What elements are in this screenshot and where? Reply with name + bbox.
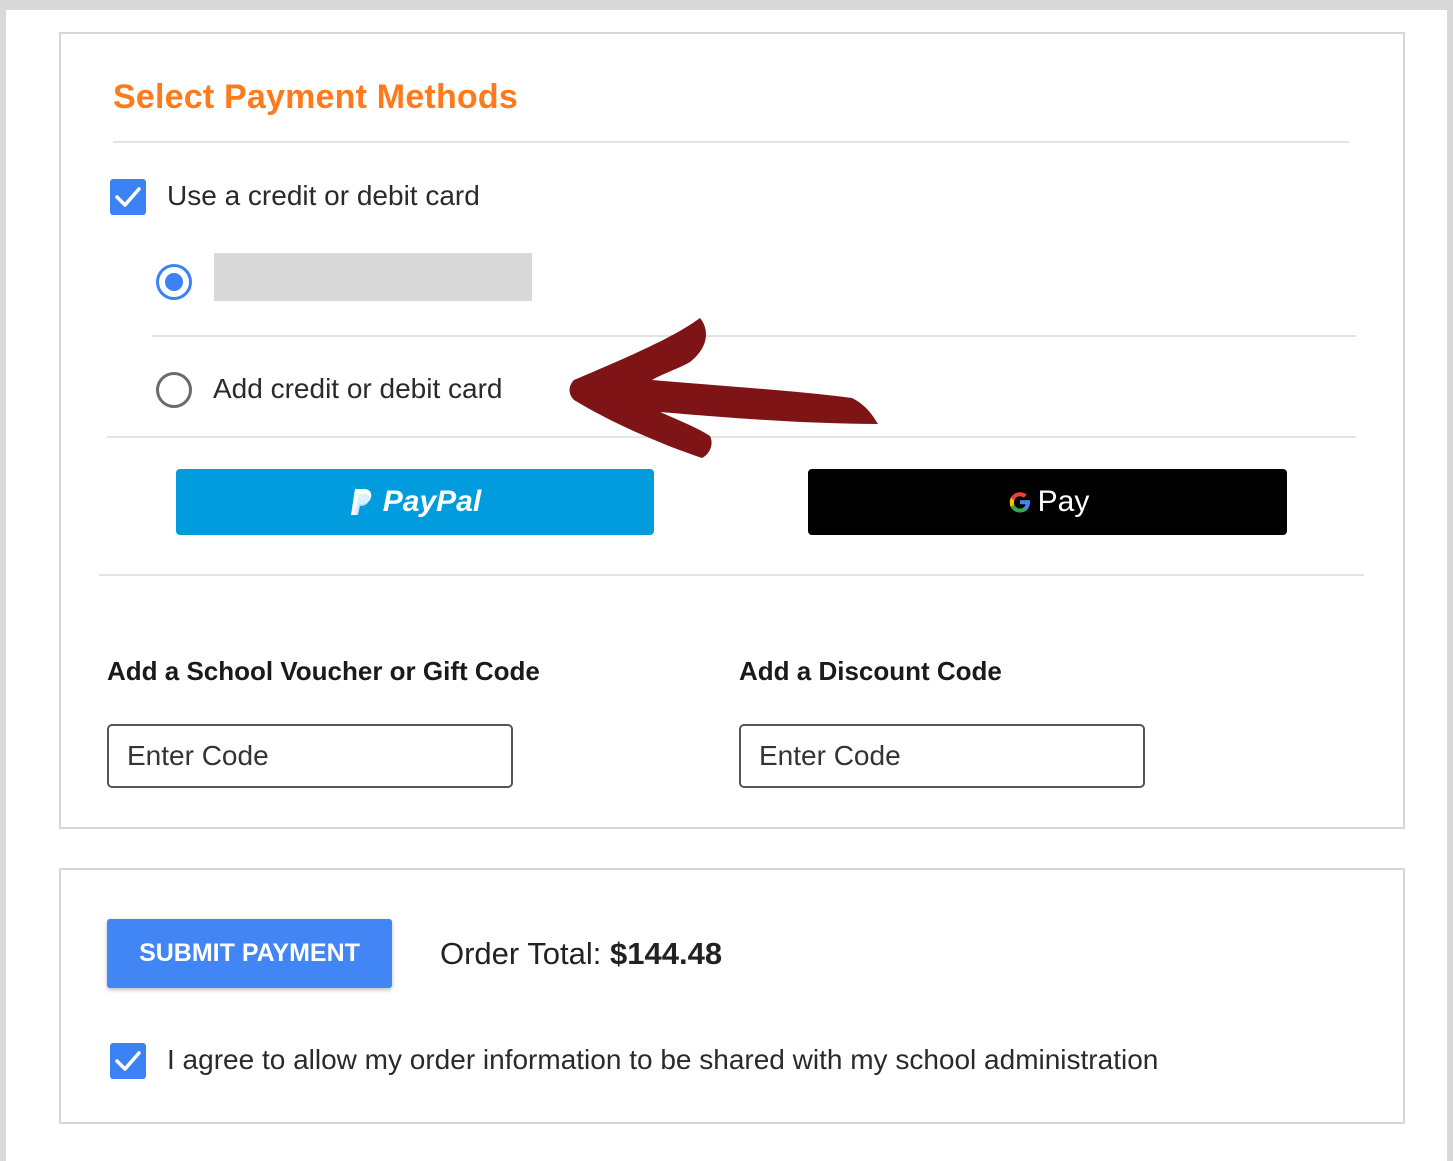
window-frame-top — [0, 0, 1453, 10]
add-card-radio[interactable] — [156, 372, 192, 408]
title-divider — [113, 141, 1349, 143]
use-card-checkbox[interactable] — [110, 179, 146, 215]
saved-card-radio[interactable] — [156, 264, 192, 300]
google-pay-label: Pay — [1037, 485, 1090, 518]
agree-label: I agree to allow my order information to… — [167, 1044, 1159, 1075]
add-card-label[interactable]: Add credit or debit card — [213, 373, 503, 405]
use-card-label: Use a credit or debit card — [167, 180, 480, 211]
window-frame-right — [1447, 0, 1453, 1161]
google-pay-button[interactable]: Pay — [808, 469, 1287, 535]
order-total-label: Order Total: — [440, 936, 602, 971]
discount-code-input[interactable] — [739, 724, 1145, 788]
voucher-code-input[interactable] — [107, 724, 513, 788]
order-total: Order Total: $144.48 — [440, 936, 722, 972]
checkmark-icon — [115, 1051, 141, 1071]
submit-card — [59, 868, 1405, 1124]
discount-label: Add a Discount Code — [739, 656, 1002, 686]
order-total-amount: $144.48 — [610, 936, 723, 971]
checkmark-icon — [115, 187, 141, 207]
wallet-divider — [99, 574, 1364, 576]
window-frame-left — [0, 0, 6, 1161]
saved-card-redacted — [214, 253, 532, 301]
agree-checkbox[interactable] — [110, 1043, 146, 1079]
paypal-logo-icon — [350, 489, 372, 515]
page-title: Select Payment Methods — [113, 78, 518, 116]
google-g-icon — [1009, 492, 1030, 513]
paypal-label: PayPal — [382, 485, 482, 518]
annotation-arrow-icon — [569, 318, 878, 458]
voucher-label: Add a School Voucher or Gift Code — [107, 656, 540, 686]
paypal-button[interactable]: PayPal — [176, 469, 654, 535]
submit-payment-button[interactable]: SUBMIT PAYMENT — [107, 919, 392, 988]
